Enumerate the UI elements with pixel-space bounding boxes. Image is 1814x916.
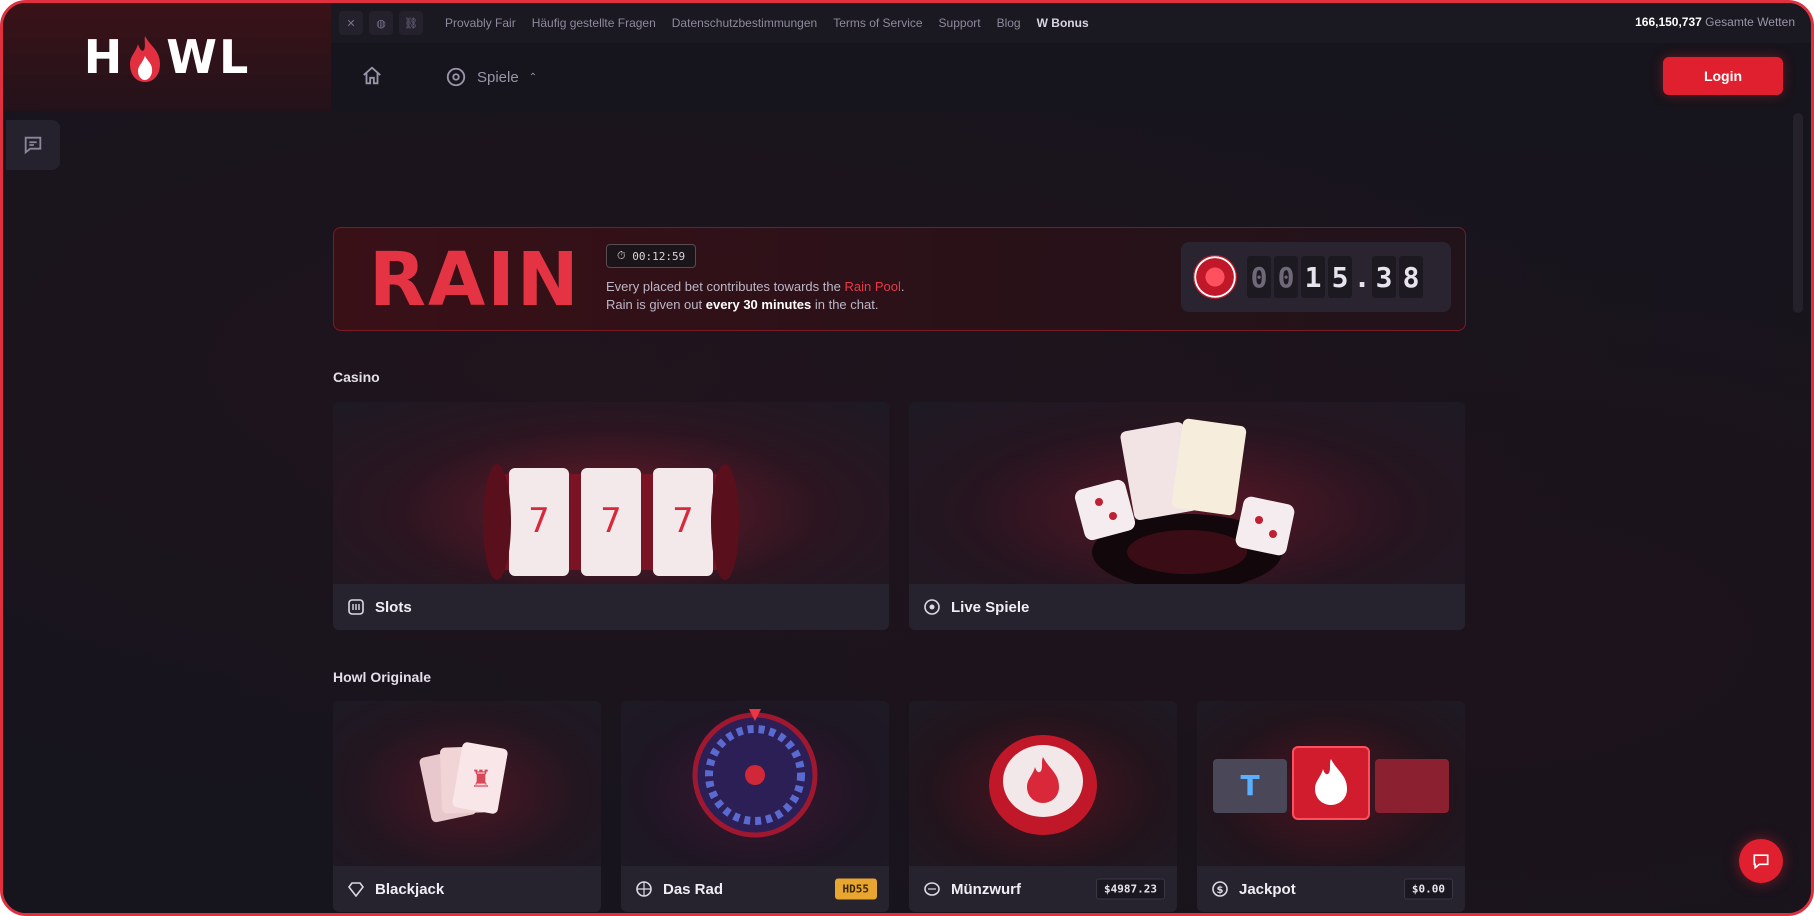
pot-digit: 3 [1372, 256, 1396, 298]
howl-logo[interactable]: H WL [84, 30, 251, 84]
jackpot-image: T [1197, 701, 1465, 866]
rain-timer: ⏱ 00:12:59 [606, 244, 697, 268]
rain-title: RAIN [369, 237, 581, 323]
scrollbar[interactable] [1793, 113, 1803, 313]
svg-text:7: 7 [600, 501, 622, 541]
card-wheel[interactable]: Das Rad HD55 [621, 701, 889, 912]
x-icon[interactable]: ✕ [339, 11, 363, 35]
coinflip-label: Münzwurf [951, 880, 1021, 898]
card-coinflip[interactable]: Münzwurf $4987.23 [909, 701, 1177, 912]
rain-pot: 0 0 1 5 . 3 8 [1181, 242, 1451, 312]
live-games-icon [923, 598, 941, 616]
svg-text:T: T [1240, 769, 1259, 802]
wheel-badge: HD55 [834, 878, 877, 900]
slots-icon [347, 598, 365, 616]
logo-area[interactable]: H WL [3, 3, 331, 111]
live-games-label-bar: Live Spiele [909, 584, 1465, 630]
wheel-icon [635, 880, 653, 898]
clock-icon: ⏱ [617, 249, 633, 262]
rain-line1-prefix: Every placed bet contributes towards the [606, 279, 845, 294]
svg-text:$: $ [1217, 885, 1224, 896]
wheel-label-bar: Das Rad HD55 [621, 866, 889, 912]
nav-bar: Spiele ⌃ Login [331, 43, 1811, 111]
blackjack-label-bar: Blackjack [333, 866, 601, 912]
top-bar: ✕ ◍ ⛓ Provably Fair Häufig gestellte Fra… [331, 3, 1811, 43]
pot-digit: 0 [1274, 256, 1298, 298]
link-privacy[interactable]: Datenschutzbestimmungen [672, 16, 817, 30]
login-button[interactable]: Login [1663, 57, 1783, 95]
rain-timer-value: 00:12:59 [632, 249, 686, 263]
jackpot-badge: $0.00 [1403, 878, 1453, 900]
rain-line2-suffix: in the chat. [811, 297, 879, 312]
support-chat-button[interactable] [1739, 839, 1783, 883]
pot-digit: 0 [1247, 256, 1271, 298]
total-wagers: 166,150,737 Gesamte Wetten [1635, 15, 1795, 29]
rain-interval: every 30 minutes [705, 297, 812, 312]
wheel-image [621, 701, 889, 866]
rain-line2-prefix: Rain is given out [606, 297, 706, 312]
blackjack-icon [347, 880, 365, 898]
link-terms[interactable]: Terms of Service [833, 16, 922, 30]
card-blackjack[interactable]: ♜ Blackjack [333, 701, 601, 912]
link-faq[interactable]: Häufig gestellte Fragen [532, 16, 656, 30]
page-background [3, 3, 1811, 913]
svg-text:7: 7 [528, 501, 550, 541]
svg-text:♜: ♜ [470, 765, 492, 793]
app-frame: H WL ✕ ◍ ⛓ Provably Fair Häufig gestellt… [0, 0, 1814, 916]
flame-icon [126, 34, 164, 82]
svg-text:7: 7 [672, 501, 694, 541]
chevron-down-icon: ⌃ [528, 71, 538, 83]
live-games-image [909, 402, 1465, 590]
link-blog[interactable]: Blog [997, 16, 1021, 30]
link-provably-fair[interactable]: Provably Fair [445, 16, 516, 30]
card-jackpot[interactable]: T $ Jackpot $0.00 [1197, 701, 1465, 912]
pot-digit: 5 [1328, 256, 1352, 298]
wager-count: 166,150,737 [1635, 15, 1702, 29]
pot-counter: 0 0 1 5 . 3 8 [1247, 256, 1423, 298]
games-label: Spiele [477, 68, 519, 86]
chat-icon [24, 136, 42, 155]
link-icon[interactable]: ⛓ [399, 11, 423, 35]
slots-label: Slots [375, 598, 412, 616]
logo-text-right: WL [166, 30, 251, 84]
bonus-label: Bonus [1051, 16, 1089, 30]
discord-icon[interactable]: ◍ [369, 11, 393, 35]
wager-label: Gesamte Wetten [1705, 15, 1795, 29]
blackjack-image: ♜ [333, 701, 601, 866]
rain-banner: RAIN ⏱ 00:12:59 Every placed bet contrib… [333, 227, 1466, 331]
jackpot-icon: $ [1211, 880, 1229, 898]
chat-bubble-icon [1753, 854, 1769, 870]
coinflip-label-bar: Münzwurf $4987.23 [909, 866, 1177, 912]
slots-image: 7 7 7 [333, 402, 889, 584]
live-games-label: Live Spiele [951, 598, 1030, 616]
bonus-link[interactable]: W Bonus [1037, 16, 1089, 30]
pot-digit: 1 [1301, 256, 1325, 298]
bonus-icon: W [1036, 16, 1052, 30]
home-icon[interactable] [361, 65, 385, 89]
pot-decimal-point: . [1353, 260, 1371, 294]
wheel-label: Das Rad [663, 880, 724, 898]
pot-digit: 8 [1399, 256, 1423, 298]
jackpot-label: Jackpot [1239, 880, 1296, 898]
rain-description: Every placed bet contributes towards the… [606, 278, 904, 314]
jackpot-label-bar: $ Jackpot $0.00 [1197, 866, 1465, 912]
slots-label-bar: Slots [333, 584, 889, 630]
chip-icon [1193, 255, 1237, 299]
games-dropdown[interactable]: Spiele ⌃ [445, 66, 537, 88]
coinflip-image [909, 701, 1177, 866]
section-title-casino: Casino [333, 369, 380, 385]
logo-text-left: H [83, 30, 125, 84]
rain-line1-suffix: . [900, 279, 905, 294]
coin-icon [923, 880, 941, 898]
card-slots[interactable]: 7 7 7 Slots [333, 402, 889, 630]
section-title-originals: Howl Originale [333, 669, 432, 685]
coinflip-badge: $4987.23 [1096, 878, 1165, 900]
link-support[interactable]: Support [939, 16, 981, 30]
card-live-games[interactable]: Live Spiele [909, 402, 1465, 630]
chat-toggle-button[interactable] [6, 120, 60, 170]
blackjack-label: Blackjack [375, 880, 445, 898]
rain-pool-link[interactable]: Rain Pool [844, 279, 900, 294]
games-icon [446, 67, 466, 87]
